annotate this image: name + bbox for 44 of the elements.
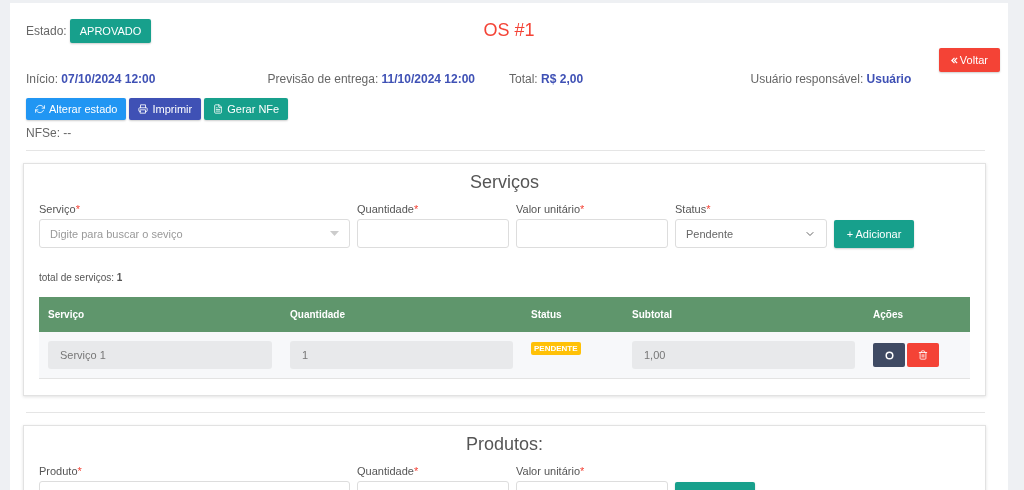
status-tag: PENDENTE [531, 342, 581, 355]
column-header: Status [522, 297, 623, 332]
page-title: OS #1 [483, 19, 535, 41]
field-label: Status* [675, 203, 712, 215]
double-chevron-icon [950, 57, 958, 64]
document-icon [213, 104, 224, 114]
section-title: Serviços [469, 172, 540, 193]
field-label: Produto* [39, 465, 83, 477]
nfse-text: NFSe: -- [26, 126, 73, 140]
search-select[interactable]: Digite para buscar o seviço [39, 219, 350, 248]
info-text: Previsão de entrega: 11/10/2024 12:00 [267, 72, 476, 86]
column-header: Subtotal [623, 297, 864, 332]
printer-icon [138, 104, 149, 114]
print-button[interactable]: Imprimir [129, 98, 202, 120]
column-header: Ações [864, 297, 970, 332]
field-label: Serviço* [39, 203, 81, 215]
services-total: total de serviços: 1 [39, 272, 124, 283]
field-label: Valor unitário* [516, 465, 586, 477]
add-button[interactable]: + Adicionar [834, 220, 914, 248]
refresh-button[interactable]: Alterar estado [26, 98, 127, 120]
file-button[interactable]: Gerar NFe [204, 98, 289, 120]
state-label: Estado: [26, 24, 67, 38]
section-title: Produtos: [464, 434, 544, 455]
refresh-icon [35, 104, 45, 114]
info-text: Usuário responsável: Usuário [750, 72, 913, 86]
info-text: Total: R$ 2,00 [509, 72, 585, 86]
service-field: Serviço 1 [48, 341, 272, 369]
quantity-field: 1 [290, 341, 513, 369]
field-label: Quantidade* [357, 203, 420, 215]
refresh-button[interactable] [873, 343, 905, 367]
back-button[interactable]: Voltar [938, 48, 1000, 72]
field-label: Valor unitário* [516, 203, 586, 215]
input-field[interactable] [357, 219, 509, 248]
column-header: Serviço [39, 297, 281, 332]
refresh-icon [884, 350, 894, 360]
input-field[interactable] [516, 219, 668, 248]
subtotal-field: 1,00 [632, 341, 855, 369]
column-header: Quantidade [281, 297, 522, 332]
trash-icon [918, 350, 928, 360]
state-badge: APROVADO [69, 19, 152, 43]
dropdown-caret-icon [330, 231, 339, 236]
status-select[interactable]: Pendente [675, 219, 827, 248]
info-text: Início: 07/10/2024 12:00 [26, 72, 157, 86]
field-label: Quantidade* [357, 465, 420, 477]
